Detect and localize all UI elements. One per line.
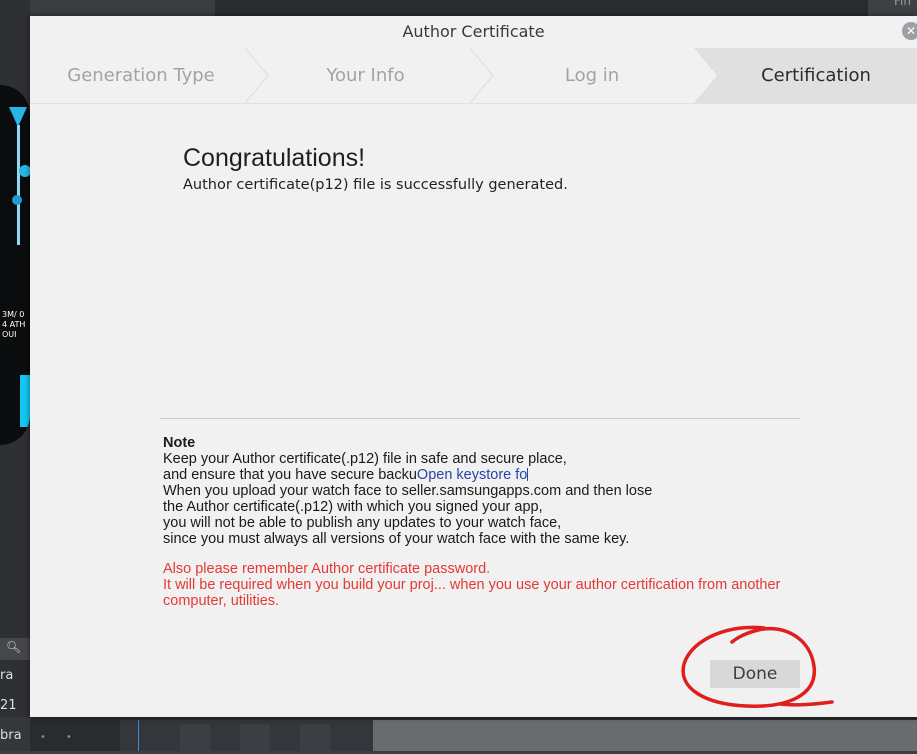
success-message: Author certificate(p12) file is successf…	[183, 177, 568, 193]
note-line: Keep your Author certificate(.p12) file …	[163, 451, 567, 467]
timeline-marker[interactable]	[138, 720, 139, 751]
background-top-strip	[215, 0, 868, 16]
annotation-stroke	[681, 625, 834, 708]
content-divider	[160, 418, 800, 419]
background-timeline-track	[373, 720, 917, 751]
timeline-segment	[180, 724, 210, 751]
watch-text: 3M/ 0 4 ATH OUI	[2, 310, 26, 339]
step-certification: Certification	[761, 65, 871, 86]
watch-face-preview: 3M/ 0 4 ATH OUI	[0, 85, 30, 445]
watch-dot-small	[12, 195, 22, 205]
watch-triangle-marker	[9, 107, 27, 127]
annotation-circle	[681, 625, 834, 708]
search-icon[interactable]: 🔍︎	[6, 640, 21, 654]
note-line: and ensure that you have secure backuOpe…	[163, 467, 843, 483]
author-certificate-dialog: Author Certificate ✕ Generation Type You…	[30, 16, 917, 717]
background-top-right-text: Fin	[894, 0, 911, 8]
background-right-strip: Fin	[868, 0, 917, 16]
background-dots: ••	[40, 732, 92, 743]
background-list-item[interactable]: bra	[0, 728, 30, 754]
background-timeline[interactable]	[120, 720, 373, 751]
note-section: Note Keep your Author certificate(.p12) …	[163, 435, 843, 609]
background-list-item[interactable]: ra	[0, 668, 30, 694]
step-your-info: Your Info	[326, 65, 405, 86]
note-line: When you upload your watch face to selle…	[163, 483, 653, 499]
note-heading: Note	[163, 435, 196, 451]
watch-hand	[17, 125, 20, 245]
background-search-toolbar[interactable]: 🔍︎	[0, 638, 30, 660]
step-generation-type: Generation Type	[67, 65, 215, 86]
dialog-title: Author Certificate	[402, 22, 545, 41]
timeline-segment	[300, 724, 330, 751]
step-log-in: Log in	[564, 65, 620, 86]
note-line: since you must always all versions of yo…	[163, 531, 630, 547]
open-keystore-folder-link[interactable]: Open keystore fo	[417, 467, 527, 483]
congratulations-heading: Congratulations!	[183, 144, 366, 172]
watch-bar	[20, 375, 30, 427]
watch-dot	[19, 165, 30, 177]
close-icon[interactable]: ✕	[902, 22, 917, 40]
password-warning: Also please remember Author certificate …	[163, 561, 843, 609]
text-caret	[527, 468, 529, 481]
note-line: the Author certificate(.p12) with which …	[163, 499, 543, 515]
note-line-text: and ensure that you have secure backu	[163, 467, 417, 483]
warning-line: Also please remember Author certificate …	[163, 561, 491, 577]
wizard-steps: Generation Type Your Info Log in Certifi…	[30, 48, 917, 104]
timeline-segment	[240, 724, 270, 751]
warning-line: It will be required when you build your …	[163, 577, 781, 609]
note-line: you will not be able to publish any upda…	[163, 515, 562, 531]
